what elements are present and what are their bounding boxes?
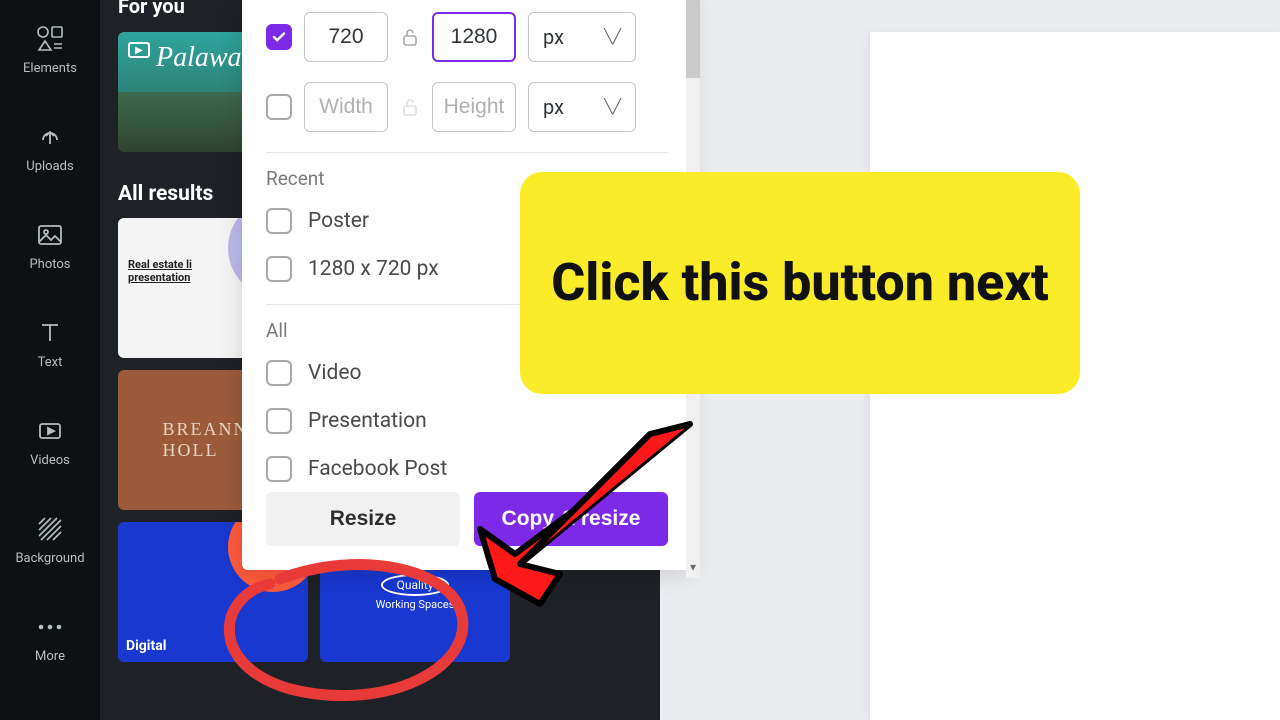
background-icon (34, 513, 66, 545)
photos-icon (34, 219, 66, 251)
chevron-down-icon: ╲╱ (604, 99, 621, 115)
sidebar-item-label: Videos (30, 453, 70, 468)
dimension-row-custom-2: px ╲╱ (266, 82, 668, 132)
sidebar-item-label: Text (38, 355, 63, 370)
text-icon (34, 317, 66, 349)
option-checkbox[interactable] (266, 360, 292, 386)
copy-and-resize-button[interactable]: Copy & resize (474, 492, 668, 546)
chevron-down-icon[interactable]: ▾ (686, 560, 700, 574)
sidebar-item-label: More (35, 649, 65, 664)
annotation-callout: Click this button next (520, 172, 1080, 394)
dimension-checkbox[interactable] (266, 24, 292, 50)
callout-text: Click this button next (551, 253, 1049, 313)
sidebar-item-label: Background (15, 551, 84, 566)
height-input[interactable] (432, 12, 516, 62)
option-checkbox[interactable] (266, 456, 292, 482)
option-label: Video (308, 361, 361, 385)
resize-option-presentation[interactable]: Presentation (266, 408, 668, 434)
lock-icon[interactable] (400, 23, 420, 51)
uploads-icon (34, 121, 66, 153)
option-checkbox[interactable] (266, 408, 292, 434)
more-icon (34, 611, 66, 643)
option-label: Facebook Post (308, 457, 447, 481)
unit-select[interactable]: px ╲╱ (528, 12, 636, 62)
template-title: Digital (126, 638, 166, 654)
videos-icon (34, 415, 66, 447)
template-title: Quality (381, 574, 450, 596)
width-input[interactable] (304, 12, 388, 62)
left-sidebar: Elements Uploads Photos Text (0, 0, 100, 720)
dimension-checkbox[interactable] (266, 94, 292, 120)
sidebar-item-elements[interactable]: Elements (0, 0, 100, 98)
sidebar-item-photos[interactable]: Photos (0, 196, 100, 294)
template-subtitle: Working Spaces (376, 598, 455, 611)
unit-label: px (543, 25, 564, 49)
option-label: 1280 x 720 px (308, 257, 439, 281)
unit-select[interactable]: px ╲╱ (528, 82, 636, 132)
width-input[interactable] (304, 82, 388, 132)
elements-icon (34, 23, 66, 55)
sidebar-item-videos[interactable]: Videos (0, 392, 100, 490)
lock-icon[interactable] (400, 93, 420, 121)
sidebar-item-label: Uploads (26, 159, 73, 174)
resize-button[interactable]: Resize (266, 492, 460, 546)
template-title: Palawan (156, 42, 256, 74)
chevron-down-icon: ╲╱ (604, 29, 621, 45)
dimension-row-custom-1: px ╲╱ (266, 12, 668, 62)
divider (266, 152, 668, 153)
template-title: Real estate lipresentation (128, 258, 192, 284)
sidebar-item-text[interactable]: Text (0, 294, 100, 392)
scrollbar-thumb[interactable] (686, 0, 700, 78)
unit-label: px (543, 95, 564, 119)
sidebar-item-more[interactable]: More (0, 588, 100, 686)
sidebar-item-uploads[interactable]: Uploads (0, 98, 100, 196)
sidebar-item-label: Photos (29, 257, 70, 272)
sidebar-item-background[interactable]: Background (0, 490, 100, 588)
option-label: Poster (308, 209, 369, 233)
resize-option-facebook-post[interactable]: Facebook Post (266, 456, 668, 482)
option-checkbox[interactable] (266, 256, 292, 282)
option-checkbox[interactable] (266, 208, 292, 234)
option-label: Presentation (308, 409, 427, 433)
sidebar-item-label: Elements (23, 61, 77, 76)
height-input[interactable] (432, 82, 516, 132)
play-icon: ▶ (128, 42, 150, 58)
